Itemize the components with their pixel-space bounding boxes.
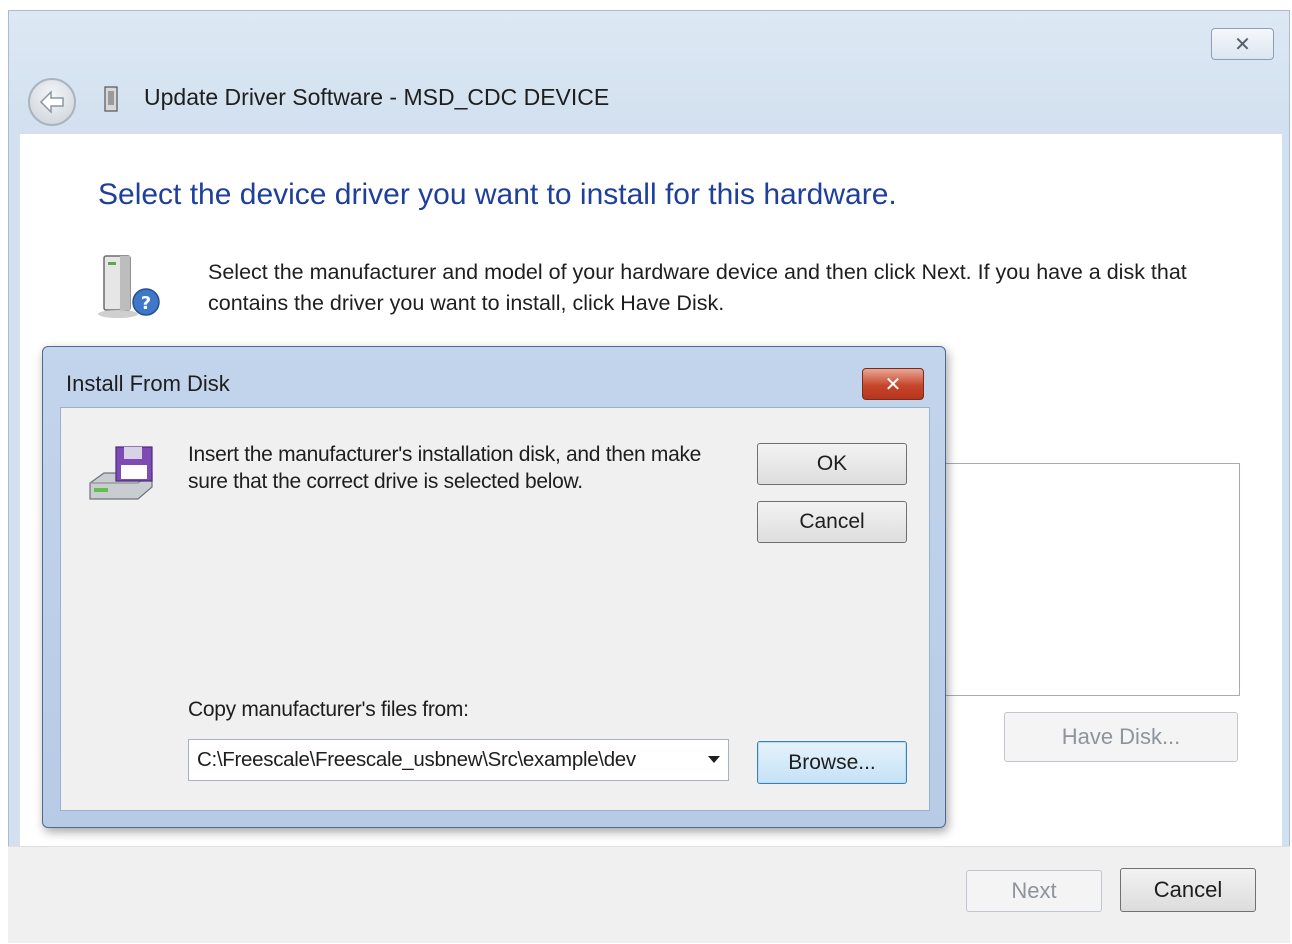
window-close-button[interactable]: ✕ — [1211, 28, 1274, 60]
svg-text:?: ? — [141, 293, 151, 314]
have-disk-button[interactable]: Have Disk... — [1004, 712, 1238, 762]
chevron-down-icon[interactable] — [708, 756, 720, 763]
back-button[interactable] — [28, 78, 76, 126]
intro-text: Select the manufacturer and model of you… — [208, 260, 1187, 315]
back-arrow-icon — [39, 90, 64, 114]
close-icon: ✕ — [1234, 32, 1251, 56]
driver-model-list[interactable] — [940, 463, 1240, 696]
close-icon: ✕ — [884, 372, 902, 396]
usb-device-icon — [104, 86, 118, 112]
ok-button[interactable]: OK — [757, 443, 907, 485]
dialog-cancel-button[interactable]: Cancel — [757, 501, 907, 543]
path-value[interactable]: C:\Freescale\Freescale_usbnew\Src\exampl… — [197, 748, 695, 772]
hardware-help-icon: ? — [98, 255, 160, 318]
dialog-title: Install From Disk — [66, 371, 230, 396]
next-button[interactable]: Next — [966, 870, 1102, 912]
cancel-button[interactable]: Cancel — [1120, 868, 1256, 912]
copy-from-path-combo[interactable]: C:\Freescale\Freescale_usbnew\Src\exampl… — [188, 739, 729, 781]
page-heading: Select the device driver you want to ins… — [98, 178, 897, 211]
dialog-close-button[interactable]: ✕ — [862, 368, 924, 400]
window-title: Update Driver Software - MSD_CDC DEVICE — [144, 84, 610, 110]
copy-from-label: Copy manufacturer's files from: — [188, 698, 469, 721]
browse-button[interactable]: Browse... — [757, 741, 907, 784]
dialog-message: Insert the manufacturer's installation d… — [188, 443, 702, 493]
floppy-disk-drive-icon — [89, 446, 153, 500]
